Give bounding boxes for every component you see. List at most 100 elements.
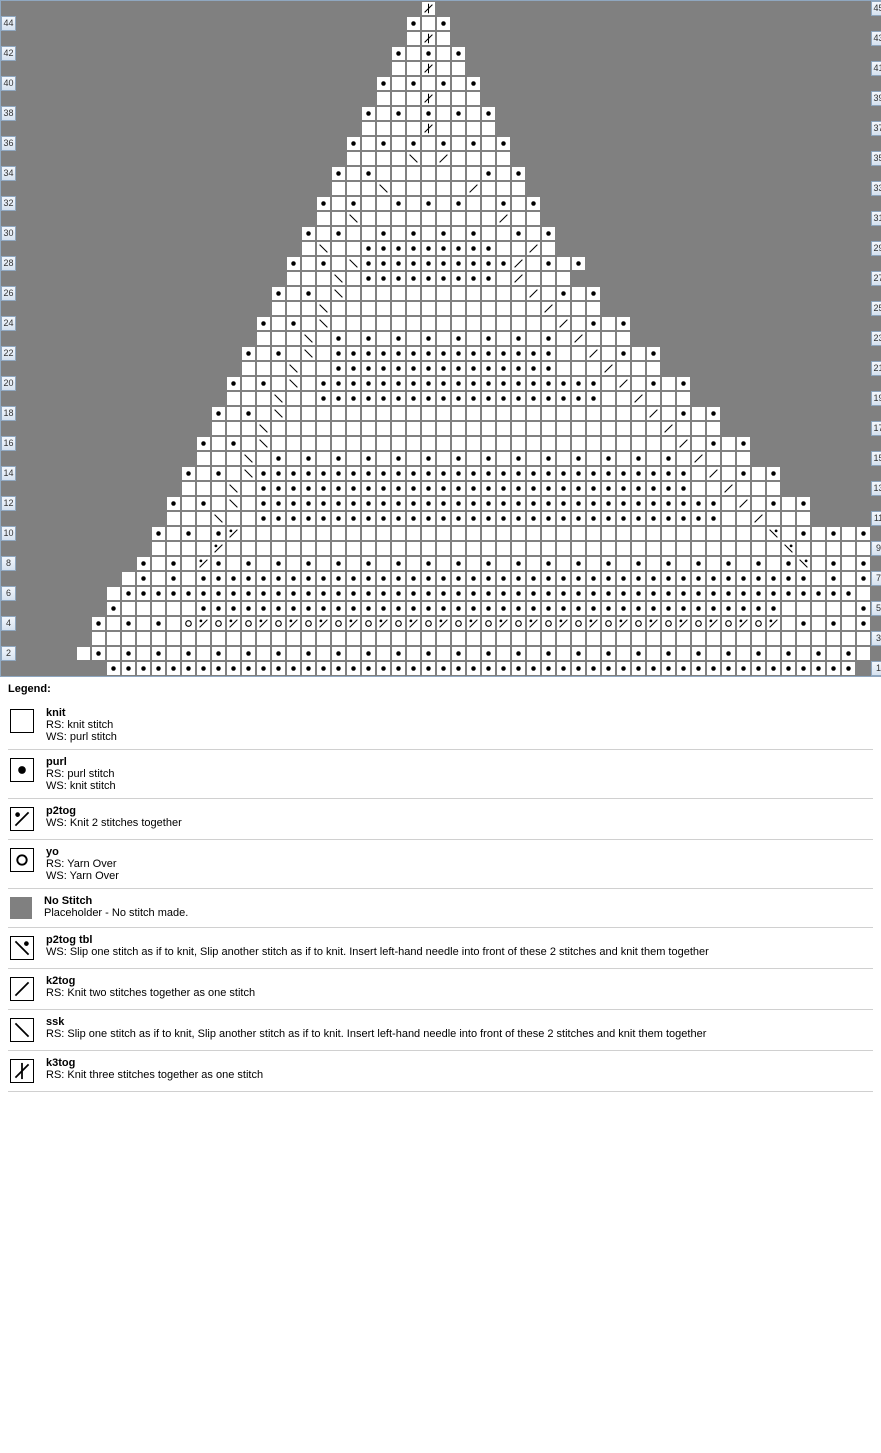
- stitch-cell: [586, 646, 601, 661]
- stitch-cell: [376, 316, 391, 331]
- stitch-cell: [556, 136, 571, 151]
- stitch-cell: [421, 511, 436, 526]
- stitch-cell: [466, 541, 481, 556]
- stitch-cell: [616, 481, 631, 496]
- stitch-cell: [361, 541, 376, 556]
- stitch-cell: [571, 271, 586, 286]
- stitch-cell: [646, 271, 661, 286]
- stitch-cell: [181, 1, 196, 16]
- stitch-cell: [151, 286, 166, 301]
- stitch-cell: [376, 481, 391, 496]
- stitch-cell: [796, 466, 811, 481]
- stitch-cell: [241, 166, 256, 181]
- stitch-cell: [781, 76, 796, 91]
- stitch-cell: [616, 631, 631, 646]
- stitch-cell: [421, 346, 436, 361]
- stitch-cell: [436, 376, 451, 391]
- stitch-cell: [196, 586, 211, 601]
- stitch-cell: [46, 301, 61, 316]
- stitch-cell: [91, 466, 106, 481]
- stitch-cell: [361, 526, 376, 541]
- stitch-cell: [511, 31, 526, 46]
- stitch-cell: [421, 616, 436, 631]
- stitch-cell: [496, 301, 511, 316]
- stitch-cell: [346, 211, 361, 226]
- stitch-cell: [421, 196, 436, 211]
- stitch-cell: [556, 301, 571, 316]
- stitch-cell: [811, 526, 826, 541]
- row-label-left: [1, 61, 16, 76]
- stitch-cell: [811, 76, 826, 91]
- stitch-cell: [361, 136, 376, 151]
- stitch-cell: [316, 361, 331, 376]
- stitch-cell: [856, 61, 871, 76]
- stitch-cell: [631, 496, 646, 511]
- stitch-cell: [346, 376, 361, 391]
- stitch-cell: [136, 556, 151, 571]
- stitch-cell: [616, 526, 631, 541]
- stitch-cell: [226, 616, 241, 631]
- stitch-cell: [676, 496, 691, 511]
- stitch-cell: [781, 571, 796, 586]
- stitch-cell: [646, 241, 661, 256]
- stitch-cell: [676, 406, 691, 421]
- stitch-cell: [256, 346, 271, 361]
- stitch-cell: [301, 631, 316, 646]
- stitch-cell: [181, 541, 196, 556]
- stitch-cell: [166, 1, 181, 16]
- stitch-cell: [766, 616, 781, 631]
- stitch-cell: [736, 256, 751, 271]
- stitch-cell: [496, 361, 511, 376]
- stitch-cell: [766, 586, 781, 601]
- stitch-cell: [736, 661, 751, 676]
- stitch-cell: [151, 61, 166, 76]
- stitch-cell: [31, 451, 46, 466]
- stitch-cell: [826, 481, 841, 496]
- stitch-cell: [736, 466, 751, 481]
- stitch-cell: [346, 1, 361, 16]
- stitch-cell: [316, 526, 331, 541]
- stitch-cell: [136, 601, 151, 616]
- legend-symbol: [10, 897, 32, 919]
- stitch-cell: [706, 106, 721, 121]
- stitch-cell: [856, 1, 871, 16]
- stitch-cell: [151, 331, 166, 346]
- stitch-cell: [466, 181, 481, 196]
- stitch-cell: [616, 451, 631, 466]
- stitch-cell: [106, 121, 121, 136]
- stitch-cell: [601, 466, 616, 481]
- stitch-cell: [496, 76, 511, 91]
- stitch-cell: [856, 661, 871, 676]
- stitch-cell: [106, 361, 121, 376]
- legend-row: k2togRS: Knit two stitches together as o…: [8, 969, 873, 1010]
- row-label-right: 27: [871, 271, 881, 286]
- stitch-cell: [256, 391, 271, 406]
- stitch-cell: [61, 181, 76, 196]
- stitch-cell: [541, 286, 556, 301]
- stitch-cell: [631, 271, 646, 286]
- stitch-cell: [721, 556, 736, 571]
- stitch-cell: [121, 31, 136, 46]
- stitch-cell: [451, 316, 466, 331]
- stitch-cell: [46, 106, 61, 121]
- stitch-cell: [496, 136, 511, 151]
- stitch-cell: [211, 106, 226, 121]
- stitch-cell: [46, 271, 61, 286]
- stitch-cell: [406, 31, 421, 46]
- stitch-cell: [841, 616, 856, 631]
- stitch-cell: [526, 391, 541, 406]
- row-label-right: [871, 496, 881, 511]
- stitch-cell: [556, 631, 571, 646]
- legend-row: yoRS: Yarn Over WS: Yarn Over: [8, 840, 873, 889]
- stitch-cell: [196, 31, 211, 46]
- stitch-cell: [331, 151, 346, 166]
- stitch-cell: [511, 601, 526, 616]
- stitch-cell: [31, 241, 46, 256]
- stitch-cell: [76, 331, 91, 346]
- stitch-cell: [436, 646, 451, 661]
- stitch-cell: [376, 421, 391, 436]
- stitch-cell: [406, 241, 421, 256]
- stitch-cell: [676, 631, 691, 646]
- stitch-cell: [61, 271, 76, 286]
- stitch-cell: [391, 211, 406, 226]
